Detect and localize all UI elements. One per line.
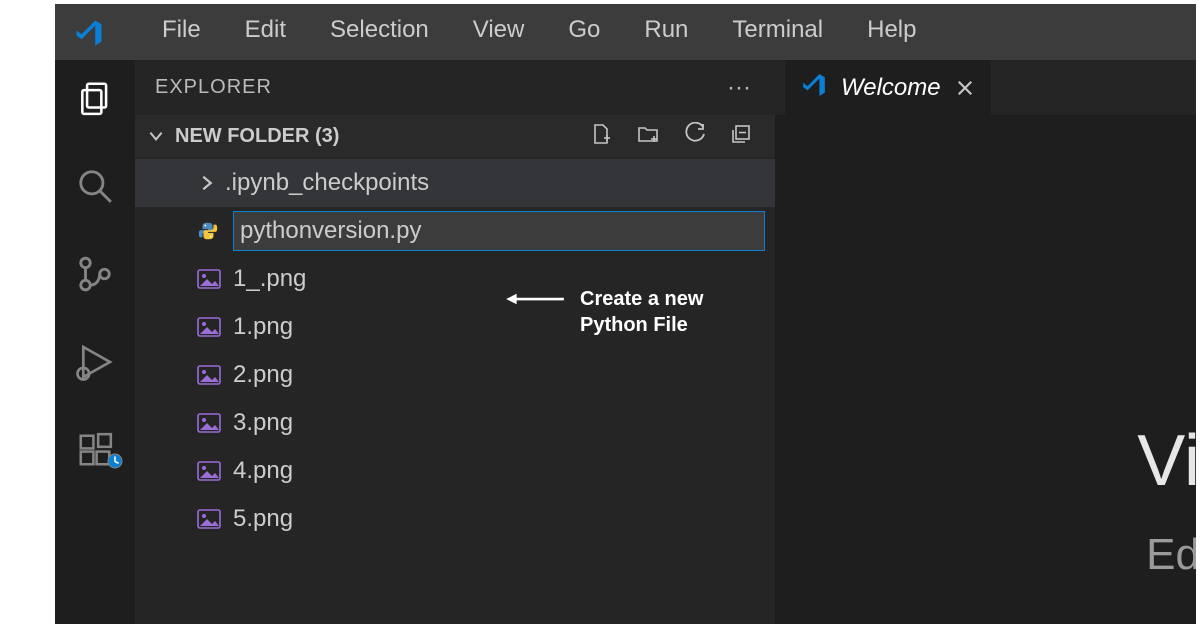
explorer-title: EXPLORER bbox=[155, 76, 272, 99]
tree-file[interactable]: 1_.png bbox=[135, 255, 775, 303]
tree-file[interactable]: 3.png bbox=[135, 399, 775, 447]
vscode-logo-icon bbox=[74, 18, 104, 53]
tree-file[interactable]: 5.png bbox=[135, 495, 775, 543]
explorer-header: EXPLORER ··· bbox=[135, 60, 775, 115]
folder-section-header[interactable]: NEW FOLDER (3) bbox=[135, 115, 775, 157]
tree-new-file-row bbox=[135, 207, 775, 255]
menu-selection[interactable]: Selection bbox=[308, 0, 451, 60]
file-tree: .ipynb_checkpoints 1_.png 1.png bbox=[135, 157, 775, 543]
folder-section-label: NEW FOLDER (3) bbox=[175, 125, 339, 148]
chevron-down-icon bbox=[147, 127, 167, 145]
menu-run[interactable]: Run bbox=[622, 0, 710, 60]
tab-bar: Welcome bbox=[775, 60, 1200, 115]
image-file-icon bbox=[197, 509, 233, 529]
welcome-title-fragment: Vi bbox=[1137, 420, 1200, 502]
activity-explorer[interactable] bbox=[71, 78, 119, 118]
menu-bar: File Edit Selection View Go Run Terminal… bbox=[0, 0, 1200, 60]
tree-file-label: 1_.png bbox=[233, 265, 306, 293]
tree-folder-ipynb-checkpoints[interactable]: .ipynb_checkpoints bbox=[135, 159, 775, 207]
image-file-icon bbox=[197, 365, 233, 385]
image-file-icon bbox=[197, 269, 233, 289]
image-file-icon bbox=[197, 461, 233, 481]
image-file-icon bbox=[197, 317, 233, 337]
tree-file[interactable]: 1.png bbox=[135, 303, 775, 351]
tree-file[interactable]: 2.png bbox=[135, 351, 775, 399]
tree-folder-label: .ipynb_checkpoints bbox=[225, 169, 429, 197]
folder-section-actions bbox=[589, 122, 775, 151]
menu-file[interactable]: File bbox=[140, 0, 223, 60]
welcome-subtitle-fragment: Ed bbox=[1146, 530, 1200, 580]
explorer-sidebar: EXPLORER ··· NEW FOLDER (3) bbox=[135, 60, 775, 630]
menu-go[interactable]: Go bbox=[546, 0, 622, 60]
menu-terminal[interactable]: Terminal bbox=[710, 0, 845, 60]
tree-file-label: 2.png bbox=[233, 361, 293, 389]
collapse-all-icon[interactable] bbox=[729, 122, 753, 151]
new-file-name-input[interactable] bbox=[233, 211, 765, 251]
tree-file-label: 3.png bbox=[233, 409, 293, 437]
tab-label: Welcome bbox=[841, 74, 941, 102]
vscode-logo-icon bbox=[801, 72, 827, 103]
python-file-icon bbox=[197, 220, 233, 242]
activity-bar bbox=[55, 60, 135, 630]
close-icon[interactable] bbox=[955, 78, 975, 98]
activity-run-debug[interactable] bbox=[71, 342, 119, 382]
new-folder-icon[interactable] bbox=[635, 122, 661, 151]
menu-edit[interactable]: Edit bbox=[223, 0, 308, 60]
clock-badge-icon bbox=[107, 453, 123, 474]
refresh-icon[interactable] bbox=[683, 122, 707, 151]
activity-extensions[interactable] bbox=[71, 430, 119, 470]
tree-file[interactable]: 4.png bbox=[135, 447, 775, 495]
tree-file-label: 5.png bbox=[233, 505, 293, 533]
tab-welcome[interactable]: Welcome bbox=[785, 60, 991, 115]
menu-help[interactable]: Help bbox=[845, 0, 938, 60]
new-file-icon[interactable] bbox=[589, 122, 613, 151]
chevron-right-icon bbox=[197, 173, 225, 193]
image-file-icon bbox=[197, 413, 233, 433]
editor-area: Welcome Vi Ed bbox=[775, 60, 1200, 630]
tree-file-label: 1.png bbox=[233, 313, 293, 341]
explorer-more-icon[interactable]: ··· bbox=[727, 74, 757, 102]
activity-search[interactable] bbox=[71, 166, 119, 206]
tree-file-label: 4.png bbox=[233, 457, 293, 485]
menu-view[interactable]: View bbox=[451, 0, 547, 60]
activity-source-control[interactable] bbox=[71, 254, 119, 294]
